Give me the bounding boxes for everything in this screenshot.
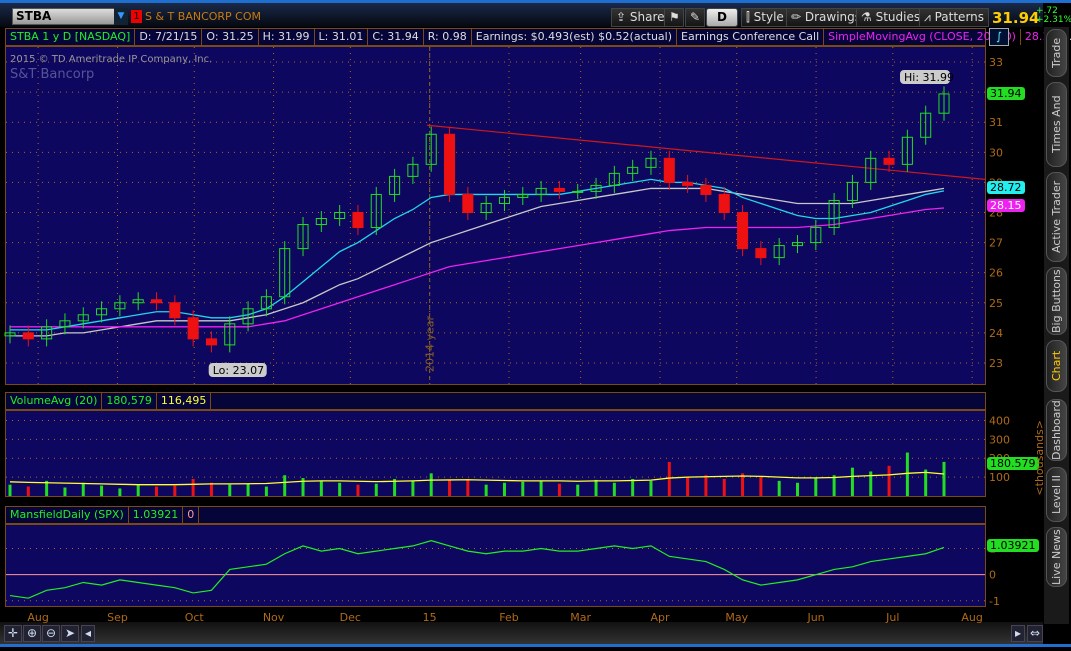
volume-bar (228, 484, 232, 496)
volume-bar (795, 482, 799, 496)
x-tick-label: 15 (422, 611, 437, 624)
volume-avg-line (9, 471, 945, 486)
volume-bar (741, 473, 745, 496)
x-tick-label: Mar (570, 611, 592, 624)
volume-tick-label: 100 (989, 471, 1010, 484)
pan-handle-icon[interactable]: ⇔ (1027, 625, 1043, 642)
mansfield-tick-label: -1 (989, 595, 1000, 608)
volume-bar (557, 483, 561, 496)
volume-bar (686, 477, 690, 496)
sma50-tag: 28.72 (987, 181, 1025, 194)
volume-bar (8, 484, 12, 496)
volume-bar (612, 482, 616, 496)
sidebar-tab-trade[interactable]: Trade (1046, 29, 1067, 77)
window-border-bottom (0, 644, 1071, 647)
volume-bar (631, 479, 635, 496)
x-tick-label: May (725, 611, 749, 624)
volume-bar (81, 482, 85, 496)
volume-bar (722, 479, 726, 496)
crosshair-icon[interactable]: ✛ (4, 625, 22, 642)
volume-bar (649, 480, 653, 496)
volume-bar (942, 461, 946, 496)
x-tick-label: Jul (886, 611, 900, 624)
sma200-tag: 28.15 (987, 199, 1025, 212)
sidebar-tab-times-and-sales[interactable]: Times And Sales (1046, 82, 1071, 167)
volume-bar (209, 482, 213, 496)
zoom-in-icon[interactable]: ⊕ (23, 625, 41, 642)
lower-charts: 100200300400-101 (6, 414, 1010, 608)
volume-bar (118, 488, 122, 496)
sidebar-tab-dashboard[interactable]: Dashboard (1046, 399, 1067, 461)
last-price-tag: 31.94 (987, 87, 1025, 100)
volume-bar (155, 486, 159, 496)
volume-bar (319, 480, 323, 496)
bottom-toolbar: ✛ ⊕ ⊖ ➤ ◂ ▸ ⇔ (0, 622, 1043, 644)
volume-bar (466, 479, 470, 496)
volume-bar (429, 473, 433, 496)
volume-bar (191, 479, 195, 496)
x-tick-label: Feb (499, 611, 519, 624)
volume-bar (356, 484, 360, 496)
sidebar-tab-active-trader[interactable]: Active Trader (1046, 172, 1067, 262)
volume-bar (704, 475, 708, 496)
volume-bar (63, 487, 67, 496)
volume-bar (521, 481, 525, 496)
volume-bar (338, 482, 342, 496)
volume-bar (576, 484, 580, 496)
x-tick-label: Oct (184, 611, 204, 624)
volume-bar (136, 484, 140, 496)
mansfield-tick-label: 0 (989, 569, 996, 582)
volume-bar (264, 486, 268, 496)
volume-bar (448, 479, 452, 496)
volume-bar (667, 462, 671, 496)
volume-bar (924, 469, 928, 496)
volume-bar (100, 485, 104, 496)
volume-bar (777, 480, 781, 496)
volume-bar (502, 482, 506, 496)
volume-bar (850, 467, 854, 496)
volume-bar (887, 465, 891, 496)
volume-bar (283, 475, 287, 496)
sidebar-tab-big-buttons[interactable]: Big Buttons (1046, 267, 1067, 335)
sidebar-tab-level-ii[interactable]: Level II (1046, 467, 1067, 522)
x-tick-label: Sep (107, 611, 128, 624)
volume-bar (759, 477, 763, 496)
volume-bar (832, 475, 836, 496)
pointer-icon[interactable]: ➤ (61, 625, 79, 642)
volume-bar (26, 486, 30, 496)
scroll-right-icon[interactable]: ▸ (1011, 625, 1025, 642)
volume-bar (173, 485, 177, 496)
mansfield-line (9, 540, 945, 599)
zoom-out-icon[interactable]: ⊖ (42, 625, 60, 642)
volume-bar (246, 483, 250, 496)
mansfield-tag: 1.03921 (987, 539, 1039, 552)
x-tick-label: Apr (650, 611, 670, 624)
volume-bar (374, 483, 378, 496)
x-tick-label: Jun (807, 611, 825, 624)
x-tick-label: Aug (27, 611, 49, 624)
x-tick-label: Nov (262, 611, 285, 624)
sidebar: Trade Times And Sales Active Trader Big But… (1044, 27, 1071, 624)
x-tick-label: Dec (339, 611, 361, 624)
x-tick-label: Aug (961, 611, 983, 624)
volume-bar (539, 480, 543, 496)
scroll-left-icon[interactable]: ◂ (81, 625, 95, 642)
volume-bar (411, 480, 415, 496)
sidebar-tab-live-news[interactable]: Live News (1046, 527, 1067, 587)
volume-bar (484, 484, 488, 496)
volume-bar (814, 478, 818, 496)
volume-tag: 180.579 (987, 457, 1039, 470)
sidebar-tab-chart[interactable]: Chart (1046, 340, 1067, 392)
volume-bar (594, 479, 598, 496)
volume-tick-label: 400 (989, 414, 1010, 427)
volume-bar (905, 452, 909, 496)
volume-tick-label: 300 (989, 433, 1010, 446)
